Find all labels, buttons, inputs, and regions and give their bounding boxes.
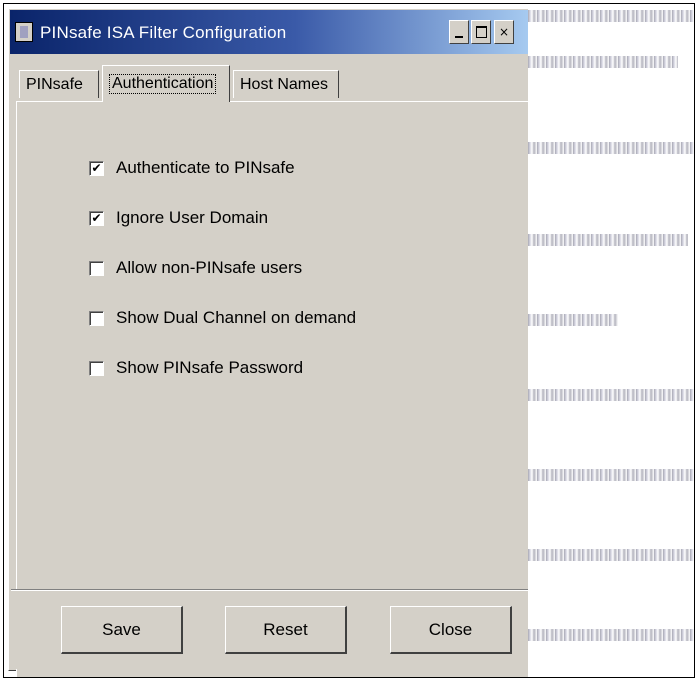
screenshot-frame: PINsafe ISA Filter Configuration × ✔ Aut… [3, 3, 695, 678]
maximize-button[interactable] [471, 20, 491, 44]
background-noise [528, 56, 678, 68]
option-show-dual-channel[interactable]: Show Dual Channel on demand [89, 308, 356, 328]
config-dialog: PINsafe ISA Filter Configuration × ✔ Aut… [8, 8, 531, 677]
background-noise [528, 629, 694, 641]
option-authenticate-to-pinsafe[interactable]: ✔ Authenticate to PINsafe [89, 158, 295, 178]
tab-pinsafe[interactable]: PINsafe [19, 70, 99, 98]
divider [11, 589, 531, 591]
title-bar[interactable]: PINsafe ISA Filter Configuration × [10, 10, 528, 54]
app-icon [15, 22, 33, 42]
save-button[interactable]: Save [61, 606, 183, 654]
option-ignore-user-domain[interactable]: ✔ Ignore User Domain [89, 208, 268, 228]
close-button[interactable]: Close [390, 606, 512, 654]
option-show-pinsafe-password[interactable]: Show PINsafe Password [89, 358, 303, 378]
background-window-area [528, 4, 694, 677]
checkbox[interactable] [89, 360, 104, 376]
minimize-button[interactable] [449, 20, 469, 44]
tab-host-names[interactable]: Host Names [233, 70, 339, 98]
tab-label: Authentication [109, 74, 217, 94]
checkbox[interactable] [89, 310, 104, 326]
option-allow-non-pinsafe-users[interactable]: Allow non-PINsafe users [89, 258, 302, 278]
checkbox[interactable]: ✔ [89, 210, 104, 226]
option-label: Allow non-PINsafe users [116, 258, 303, 277]
checkbox[interactable] [89, 260, 104, 276]
option-label: Authenticate to PINsafe [116, 158, 295, 177]
minimize-icon [455, 36, 463, 38]
window-title: PINsafe ISA Filter Configuration [40, 23, 287, 42]
close-window-button[interactable]: × [494, 20, 514, 44]
background-noise [528, 234, 688, 246]
maximize-icon [475, 26, 487, 38]
background-noise [528, 314, 618, 326]
checkbox[interactable]: ✔ [89, 160, 104, 176]
background-noise [528, 142, 694, 154]
reset-button[interactable]: Reset [225, 606, 347, 654]
tab-authentication[interactable]: Authentication [102, 65, 230, 102]
option-label: Ignore User Domain [116, 208, 269, 227]
background-noise [528, 389, 694, 401]
option-label: Show PINsafe Password [116, 358, 304, 377]
close-icon: × [498, 25, 510, 39]
background-noise [528, 549, 694, 561]
background-noise [528, 10, 694, 22]
background-noise [528, 469, 694, 481]
option-label: Show Dual Channel on demand [116, 308, 357, 327]
